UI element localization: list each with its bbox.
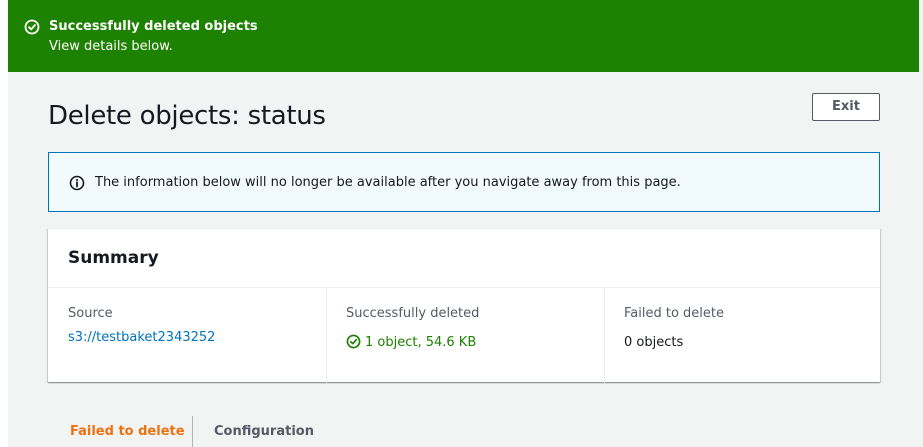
- success-value-text: 1 object, 54.6 KB: [365, 335, 477, 350]
- source-label: Source: [68, 306, 113, 321]
- success-label: Successfully deleted: [346, 306, 480, 321]
- page: Successfully deleted objects View detail…: [0, 0, 923, 447]
- failed-label: Failed to delete: [624, 306, 724, 321]
- tab-separator: [192, 416, 193, 447]
- tab-configuration[interactable]: Configuration: [214, 416, 314, 447]
- page-title: Delete objects: status: [48, 101, 326, 131]
- summary-success-column: Successfully deleted 1 object, 54.6 KB: [326, 288, 604, 383]
- success-check-icon: [346, 334, 361, 349]
- info-icon: [69, 175, 85, 191]
- check-circle-icon: [24, 19, 40, 35]
- summary-source-column: Source s3://testbaket2343252: [48, 288, 326, 383]
- summary-failed-column: Failed to delete 0 objects: [604, 288, 880, 383]
- flash-subtitle: View details below.: [49, 39, 173, 54]
- source-link[interactable]: s3://testbaket2343252: [68, 329, 215, 347]
- summary-header: Summary: [48, 229, 880, 288]
- info-alert-text: The information below will no longer be …: [95, 175, 681, 190]
- right-edge: [919, 0, 923, 447]
- tab-failed-to-delete[interactable]: Failed to delete: [70, 416, 185, 447]
- failed-value: 0 objects: [624, 335, 684, 350]
- success-flash-banner: Successfully deleted objects View detail…: [8, 0, 919, 72]
- tab-list: Failed to delete Configuration: [48, 416, 880, 447]
- exit-button[interactable]: Exit: [812, 93, 880, 121]
- flash-title: Successfully deleted objects: [49, 19, 258, 34]
- success-value: 1 object, 54.6 KB: [346, 334, 476, 352]
- summary-card: Summary Source s3://testbaket2343252 Suc…: [48, 228, 880, 383]
- summary-title: Summary: [68, 248, 159, 268]
- info-alert: The information below will no longer be …: [48, 152, 880, 212]
- left-margin-strip: [0, 0, 8, 447]
